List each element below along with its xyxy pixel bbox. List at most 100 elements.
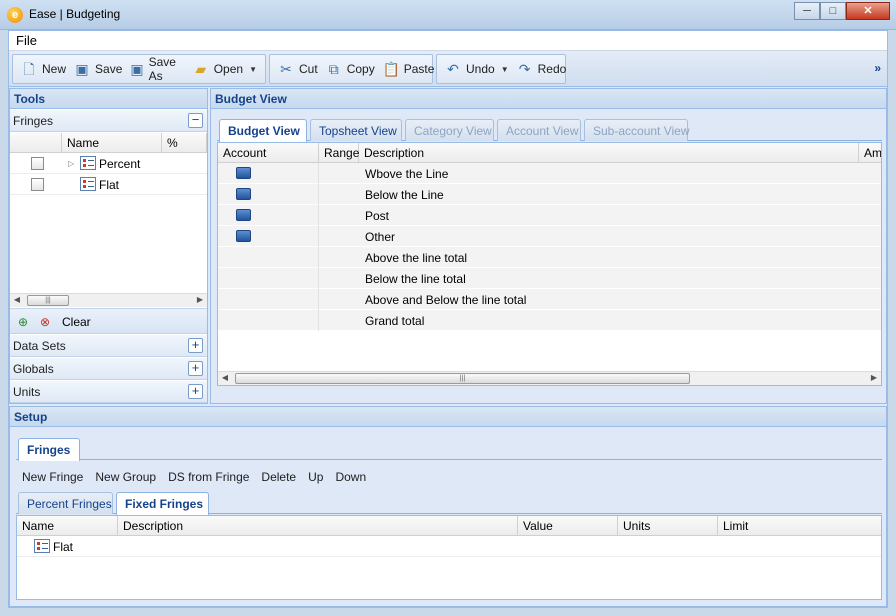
account-cell[interactable] [218,268,319,289]
col-description[interactable]: Description [359,143,859,163]
account-link-icon[interactable] [236,230,251,242]
undo-button[interactable]: ↶ Undo ▼ [441,57,513,81]
up-button[interactable]: Up [302,467,329,487]
table-row[interactable]: Post [218,205,881,226]
down-button[interactable]: Down [329,467,372,487]
account-link-icon[interactable] [236,167,251,179]
tab-fixed-fringes[interactable]: Fixed Fringes [116,492,209,515]
delete-button[interactable]: Delete [255,467,302,487]
col-value[interactable]: Value [518,516,618,536]
account-cell[interactable] [218,205,319,226]
minimize-button[interactable]: ─ [794,2,820,20]
toolbar-overflow-button[interactable]: » [874,61,881,75]
grid-header-name[interactable]: Name [62,133,162,153]
new-group-button[interactable]: New Group [89,467,162,487]
maximize-button[interactable]: □ [820,2,846,20]
description-cell[interactable]: Below the line total [359,268,471,289]
remove-fringe-icon[interactable]: ⊗ [37,315,53,329]
account-cell[interactable] [218,184,319,205]
table-row[interactable]: Above and Below the line total [218,289,881,310]
table-row[interactable]: Grand total [218,310,881,331]
scrollbar-thumb[interactable]: ||| [27,295,69,306]
menu-file[interactable]: File [16,33,37,48]
tab-budget-view[interactable]: Budget View [219,119,307,142]
col-name[interactable]: Name [17,516,118,536]
tab-topsheet-view[interactable]: Topsheet View [310,119,402,141]
tree-row[interactable]: Flat [10,174,207,195]
data-sets-section-header[interactable]: Data Sets + [10,335,207,357]
range-cell[interactable] [319,184,359,205]
tab-sub-account-view[interactable]: Sub-account View [584,119,690,141]
table-row[interactable]: Wbove the Line [218,163,881,184]
close-button[interactable]: ✕ [846,2,890,20]
description-cell[interactable]: Wbove the Line [359,163,453,184]
range-cell[interactable] [319,226,359,247]
description-cell[interactable]: Other [359,226,400,247]
scroll-left-icon[interactable]: ◀ [11,295,23,304]
col-range[interactable]: Range [319,143,359,163]
tab-percent-fringes[interactable]: Percent Fringes [18,492,113,514]
account-cell[interactable] [218,163,319,184]
description-cell[interactable]: Below the Line [359,184,449,205]
account-cell[interactable] [218,289,319,310]
row-checkbox[interactable] [31,178,44,191]
range-cell[interactable] [319,163,359,184]
scroll-right-icon[interactable]: ▶ [194,295,206,304]
table-row[interactable]: Below the Line [218,184,881,205]
col-amount[interactable]: Amo [859,143,881,163]
new-button[interactable]: 🗋 New [17,57,70,81]
tab-category-view[interactable]: Category View [405,119,494,141]
tab-fringes[interactable]: Fringes [18,438,80,461]
cut-button[interactable]: ✂ Cut [274,57,322,81]
fringes-horizontal-scrollbar[interactable]: ◀ ||| ▶ [10,293,207,307]
expand-icon[interactable]: + [188,338,203,353]
account-cell[interactable] [218,247,319,268]
expand-icon[interactable]: + [188,361,203,376]
col-units[interactable]: Units [618,516,718,536]
budget-horizontal-scrollbar[interactable]: ◀ ||| ▶ [218,371,881,385]
add-fringe-icon[interactable]: ⊕ [15,315,31,329]
table-row[interactable]: Above the line total [218,247,881,268]
row-checkbox[interactable] [31,157,44,170]
table-row[interactable]: Other [218,226,881,247]
tree-row[interactable]: ▷ Percent [10,153,207,174]
description-cell[interactable]: Above and Below the line total [359,289,531,310]
range-cell[interactable] [319,205,359,226]
tab-account-view[interactable]: Account View [497,119,581,141]
description-cell[interactable]: Grand total [359,310,429,331]
clear-button[interactable]: Clear [57,311,96,332]
account-cell[interactable] [218,310,319,331]
units-section-header[interactable]: Units + [10,381,207,403]
account-link-icon[interactable] [236,209,251,221]
range-cell[interactable] [319,247,359,268]
scroll-left-icon[interactable]: ◀ [219,373,231,382]
globals-section-header[interactable]: Globals + [10,358,207,380]
open-button[interactable]: ▰ Open ▼ [189,57,261,81]
description-cell[interactable]: Above the line total [359,247,472,268]
col-limit[interactable]: Limit [718,516,881,536]
scroll-right-icon[interactable]: ▶ [868,373,880,382]
collapse-icon[interactable]: − [188,113,203,128]
ds-from-fringe-button[interactable]: DS from Fringe [162,467,255,487]
copy-button[interactable]: ⧉ Copy [322,57,379,81]
paste-button[interactable]: 📋 Paste [379,57,439,81]
fringes-section-header[interactable]: Fringes − [10,110,207,132]
redo-button[interactable]: ↷ Redo [513,57,571,81]
scrollbar-thumb[interactable]: ||| [235,373,690,384]
expand-icon[interactable]: + [188,384,203,399]
account-link-icon[interactable] [236,188,251,200]
col-description[interactable]: Description [118,516,518,536]
new-fringe-button[interactable]: New Fringe [16,467,89,487]
expand-arrow-icon[interactable]: ▷ [68,159,74,168]
range-cell[interactable] [319,289,359,310]
range-cell[interactable] [319,310,359,331]
grid-header-percent[interactable]: % [162,133,207,153]
table-row[interactable]: Flat [17,536,881,557]
save-button[interactable]: ▣ Save [70,57,126,81]
save-as-button[interactable]: ▣ Save As [126,55,188,83]
col-account[interactable]: Account [218,143,319,163]
table-row[interactable]: Below the line total [218,268,881,289]
account-cell[interactable] [218,226,319,247]
range-cell[interactable] [319,268,359,289]
description-cell[interactable]: Post [359,205,394,226]
